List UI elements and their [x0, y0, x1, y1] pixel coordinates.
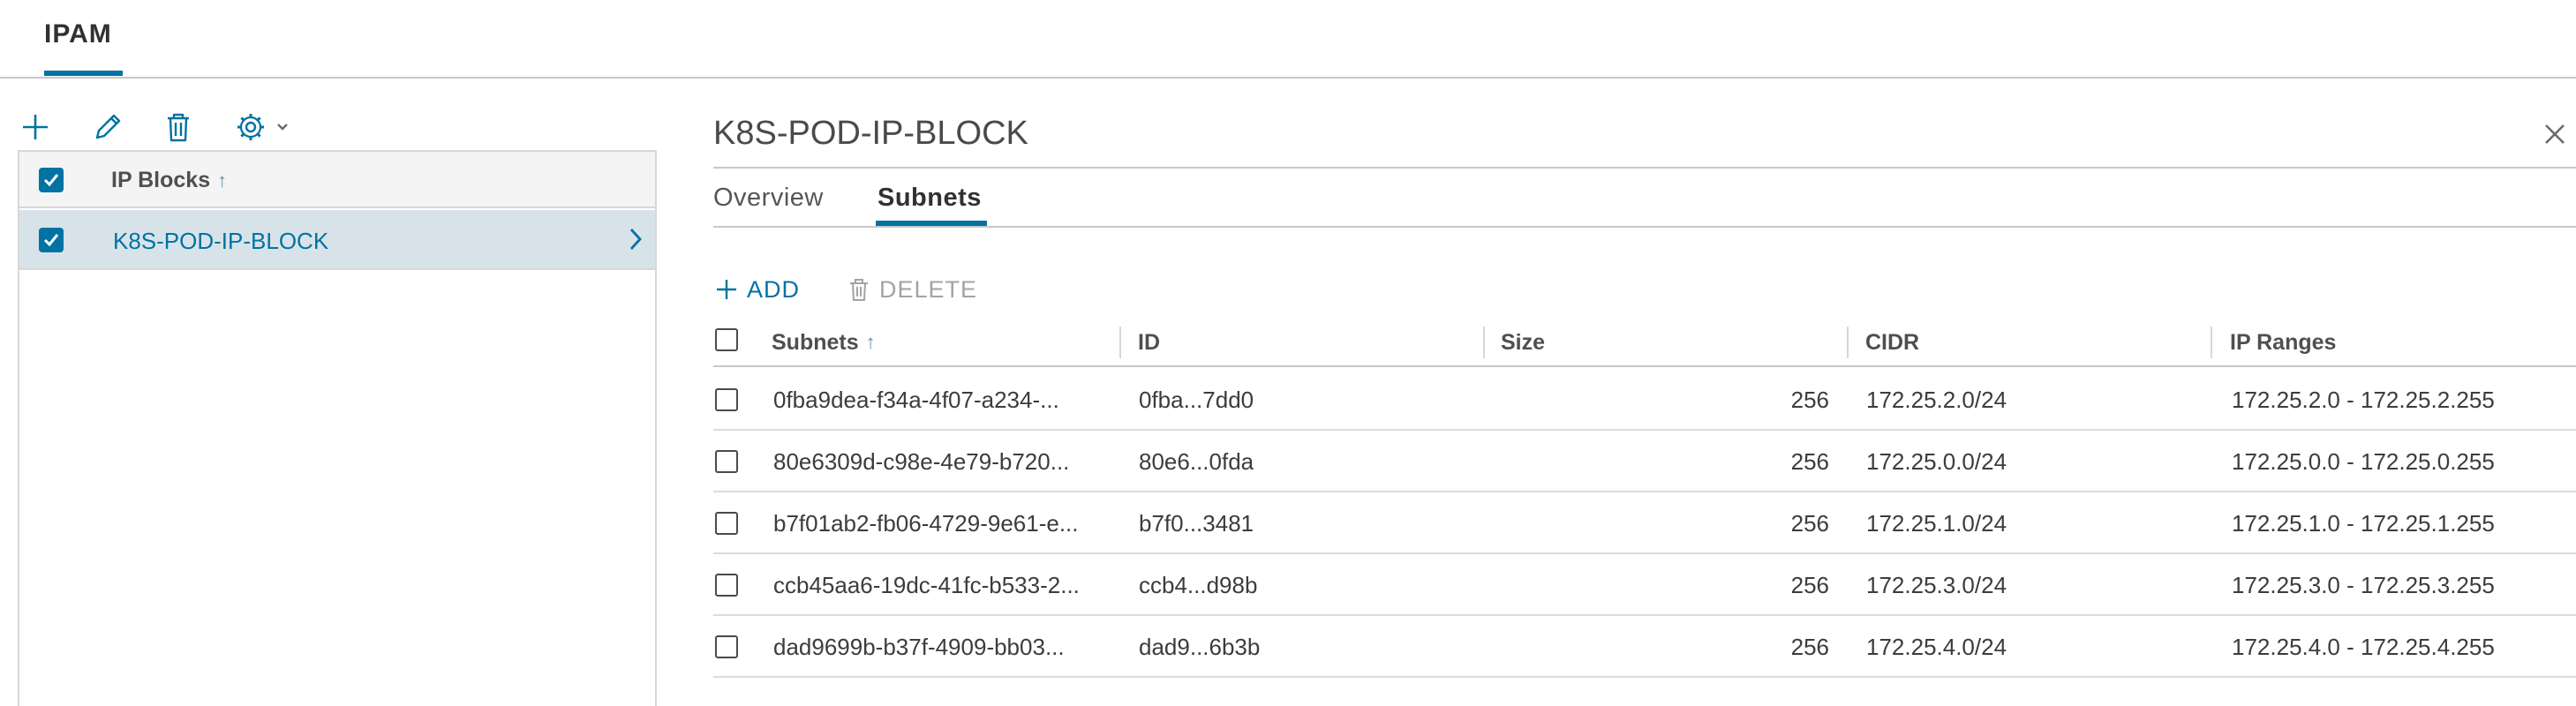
chevron-right-icon[interactable] — [625, 224, 646, 254]
select-all-checkbox[interactable] — [715, 328, 738, 351]
subnet-name-cell[interactable]: ccb45aa6-19dc-41fc-b533-2... — [773, 554, 1080, 616]
ip-block-row[interactable]: K8S-POD-IP-BLOCK — [19, 210, 655, 270]
column-header-size[interactable]: Size — [1501, 318, 1545, 367]
add-label: ADD — [747, 275, 801, 303]
detail-title: K8S-POD-IP-BLOCK — [713, 115, 1028, 152]
table-row[interactable]: dad9699b-b37f-4909-bb03... dad9...6b3b 2… — [713, 616, 2576, 678]
subnet-size-cell: 256 — [1790, 386, 1829, 413]
title-divider — [713, 167, 2576, 169]
tab-ipam[interactable]: IPAM — [44, 19, 112, 49]
sort-ascending-icon: ↑ — [865, 331, 876, 353]
column-header-cidr[interactable]: CIDR — [1865, 318, 1919, 367]
column-header-subnets[interactable]: Subnets ↑ — [772, 318, 876, 367]
subnet-id-cell: ccb4...d98b — [1139, 571, 1258, 598]
table-row[interactable]: 0fba9dea-f34a-4f07-a234-... 0fba...7dd0 … — [713, 369, 2576, 431]
column-subnets-label: Subnets — [772, 329, 859, 355]
row-checkbox[interactable] — [39, 228, 64, 252]
close-icon[interactable] — [2542, 122, 2567, 146]
delete-label: DELETE — [879, 275, 978, 303]
subnet-cidr-cell: 172.25.1.0/24 — [1866, 509, 2007, 537]
table-row[interactable]: b7f01ab2-fb06-4729-9e61-e... b7f0...3481… — [713, 492, 2576, 554]
row-checkbox[interactable] — [715, 388, 738, 411]
trash-icon[interactable] — [161, 109, 196, 145]
ip-blocks-panel: IP Blocks ↑ K8S-POD-IP-BLOCK — [18, 150, 657, 706]
subnet-name-cell[interactable]: dad9699b-b37f-4909-bb03... — [773, 616, 1065, 678]
subnet-id-cell: 0fba...7dd0 — [1139, 386, 1254, 413]
pencil-icon[interactable] — [90, 109, 125, 145]
subnet-size-cell: 256 — [1790, 633, 1829, 660]
subnet-ip-range-cell: 172.25.0.0 - 172.25.0.255 — [2232, 447, 2495, 475]
row-checkbox[interactable] — [715, 512, 738, 535]
subnet-name-cell[interactable]: b7f01ab2-fb06-4729-9e61-e... — [773, 492, 1079, 554]
subnet-id-cell: b7f0...3481 — [1139, 509, 1254, 537]
table-row[interactable]: 80e6309d-c98e-4e79-b720... 80e6...0fda 2… — [713, 431, 2576, 492]
column-separator[interactable] — [1483, 327, 1485, 358]
subnet-ip-range-cell: 172.25.4.0 - 172.25.4.255 — [2232, 633, 2495, 660]
subnet-cidr-cell: 172.25.4.0/24 — [1866, 633, 2007, 660]
subnet-id-cell: dad9...6b3b — [1139, 633, 1261, 660]
tab-subnets[interactable]: Subnets — [877, 184, 982, 213]
subnet-name-cell[interactable]: 0fba9dea-f34a-4f07-a234-... — [773, 369, 1059, 431]
column-separator[interactable] — [1119, 327, 1121, 358]
top-nav: IPAM — [0, 0, 2576, 79]
subnet-ip-range-cell: 172.25.3.0 - 172.25.3.255 — [2232, 571, 2495, 598]
subnet-ip-range-cell: 172.25.1.0 - 172.25.1.255 — [2232, 509, 2495, 537]
plus-icon — [713, 276, 740, 303]
ip-blocks-header: IP Blocks ↑ — [19, 152, 655, 208]
row-checkbox[interactable] — [715, 450, 738, 473]
tab-overview[interactable]: Overview — [713, 184, 824, 213]
subnet-id-cell: 80e6...0fda — [1139, 447, 1254, 475]
subnet-size-cell: 256 — [1790, 447, 1829, 475]
column-header-id[interactable]: ID — [1138, 318, 1160, 367]
subnet-size-cell: 256 — [1790, 571, 1829, 598]
subnet-cidr-cell: 172.25.0.0/24 — [1866, 447, 2007, 475]
delete-button[interactable]: DELETE — [846, 272, 977, 307]
trash-icon — [846, 276, 872, 303]
add-button[interactable]: ADD — [713, 272, 800, 307]
sort-ascending-icon: ↑ — [217, 169, 228, 192]
subnet-name-cell[interactable]: 80e6309d-c98e-4e79-b720... — [773, 431, 1069, 492]
column-separator[interactable] — [2211, 327, 2212, 358]
table-row[interactable]: ccb45aa6-19dc-41fc-b533-2... ccb4...d98b… — [713, 554, 2576, 616]
ip-blocks-column-header[interactable]: IP Blocks ↑ — [111, 168, 227, 193]
subnet-size-cell: 256 — [1790, 509, 1829, 537]
chevron-down-icon[interactable] — [274, 109, 291, 145]
subnet-ip-range-cell: 172.25.2.0 - 172.25.2.255 — [2232, 386, 2495, 413]
row-checkbox[interactable] — [715, 635, 738, 658]
gear-icon[interactable] — [233, 109, 268, 145]
tab-active-indicator — [44, 71, 123, 76]
ip-block-name[interactable]: K8S-POD-IP-BLOCK — [113, 228, 328, 255]
row-checkbox[interactable] — [715, 574, 738, 597]
tab-active-indicator — [876, 221, 987, 226]
column-separator[interactable] — [1847, 327, 1849, 358]
detail-tabs: Overview Subnets — [713, 173, 2576, 228]
subnet-cidr-cell: 172.25.3.0/24 — [1866, 571, 2007, 598]
select-all-checkbox[interactable] — [39, 168, 64, 192]
table-header: Subnets ↑ ID Size CIDR IP Ranges — [713, 318, 2576, 367]
ip-blocks-header-label: IP Blocks — [111, 168, 211, 192]
subnet-cidr-cell: 172.25.2.0/24 — [1866, 386, 2007, 413]
plus-icon[interactable] — [18, 109, 53, 145]
column-header-ip-ranges[interactable]: IP Ranges — [2230, 318, 2336, 367]
